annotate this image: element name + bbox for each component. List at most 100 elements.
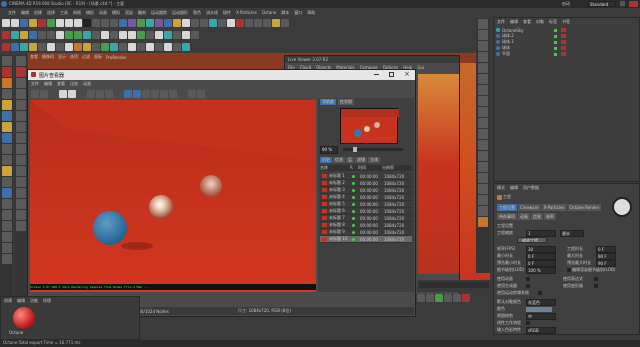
object-tag-icon[interactable] [561, 46, 566, 50]
om-menu-item-2[interactable]: 查看 [523, 19, 531, 25]
preview-max-field[interactable]: 90 F [596, 259, 616, 267]
rbar-13-icon[interactable] [478, 151, 488, 161]
motion-checkbox[interactable] [538, 291, 542, 295]
lod-field[interactable]: 100 % [526, 266, 556, 274]
tool-n-icon[interactable] [15, 199, 26, 209]
coord-icon[interactable] [83, 18, 91, 27]
menu-item-9[interactable]: 渲染 [125, 10, 133, 16]
octane-node-icon[interactable] [11, 42, 19, 51]
object-tag-icon[interactable] [561, 40, 566, 44]
redo-icon[interactable] [11, 18, 19, 27]
floor-icon[interactable] [164, 18, 172, 27]
menu-item-6[interactable]: 捕捉 [86, 10, 94, 16]
octane-ao-icon[interactable] [128, 42, 136, 51]
object-visibility-icon[interactable] [554, 40, 557, 44]
menu-item-8[interactable]: 模拟 [112, 10, 120, 16]
tool-d-icon[interactable] [15, 89, 26, 99]
attr-tab-1[interactable]: Cineware [518, 204, 541, 211]
mat-menu-item-1[interactable]: 编辑 [17, 298, 25, 304]
pv-zoom-slider[interactable] [343, 147, 403, 152]
attr-tab-2[interactable]: X-Particles [541, 204, 567, 211]
polygon-mode-icon[interactable] [1, 122, 12, 132]
mat-menu-item-2[interactable]: 功能 [30, 298, 38, 304]
pv-hist-tab-1[interactable]: 信息 [333, 156, 345, 163]
array-icon[interactable] [146, 18, 154, 27]
object-row[interactable]: 平面 [496, 51, 636, 57]
octane-texture-icon[interactable] [83, 42, 91, 51]
rbar-5-icon[interactable] [478, 63, 488, 73]
viewport-menu-item-5[interactable]: 面板 [94, 54, 102, 60]
anim-checkbox[interactable] [526, 277, 530, 281]
pv-hist-tab-2[interactable]: 层 [346, 156, 354, 163]
octane-ramp-icon[interactable] [110, 42, 118, 51]
tool-e-icon[interactable] [15, 100, 26, 110]
bend-icon[interactable] [155, 18, 163, 27]
material-thumb[interactable] [13, 307, 35, 329]
pv-compare-icon[interactable] [96, 89, 104, 98]
texture-mode-icon[interactable] [1, 78, 12, 88]
pv-hist-tab-3[interactable]: 滤镜 [355, 156, 367, 163]
rbar-9-icon[interactable] [478, 107, 488, 117]
pv-hist-tab-4[interactable]: 立体 [368, 156, 380, 163]
octane-fog-icon[interactable] [38, 42, 46, 51]
menu-item-2[interactable]: 创建 [34, 10, 42, 16]
minimize-button[interactable] [620, 1, 625, 6]
script-icon[interactable] [1, 254, 12, 264]
object-tag-icon[interactable] [561, 52, 566, 56]
octane-mix-icon[interactable] [101, 42, 109, 51]
paint-icon[interactable] [1, 210, 12, 220]
object-visibility-icon[interactable] [554, 52, 557, 56]
history-row[interactable]: 未标题 6 00:00:00 1084x720 [320, 208, 412, 215]
deform-checkbox[interactable] [594, 284, 598, 288]
pv-a-icon[interactable] [169, 89, 177, 98]
rbar-16-icon[interactable] [478, 184, 488, 194]
tool-a-icon[interactable] [15, 56, 26, 66]
menu-item-13[interactable]: 角色 [193, 10, 201, 16]
fps-field[interactable]: 30 [526, 245, 556, 253]
point-mode-icon[interactable] [1, 100, 12, 110]
scale-icon[interactable] [38, 18, 46, 27]
tool-h-icon[interactable] [15, 133, 26, 143]
pv-lut-icon[interactable] [188, 89, 196, 98]
live-viewer-menu-item-7[interactable]: Gui [417, 65, 424, 70]
octane-live-icon[interactable] [200, 18, 208, 27]
tool-l-icon[interactable] [15, 177, 26, 187]
attr-tab-5[interactable]: 动画 [518, 212, 530, 220]
grid-icon[interactable] [1, 221, 12, 231]
pv-swap-icon[interactable] [105, 89, 113, 98]
mat-menu-item-3[interactable]: 纹理 [43, 298, 51, 304]
light-icon[interactable] [182, 18, 190, 27]
pv-zoom-field[interactable]: 90 % [320, 145, 338, 154]
octane-dirt-icon[interactable] [137, 42, 145, 51]
xp-sprite-icon[interactable] [182, 30, 190, 39]
axis-x-icon[interactable] [56, 18, 64, 27]
octane-layer-icon[interactable] [65, 42, 73, 51]
object-visibility-icon[interactable] [554, 28, 557, 32]
rbar-17-icon[interactable] [478, 195, 488, 205]
octane-aov-icon[interactable] [92, 42, 100, 51]
rbar-18-icon[interactable] [478, 206, 488, 216]
om-menu-item-4[interactable]: 标签 [549, 19, 557, 25]
xp-group-icon[interactable] [110, 30, 118, 39]
object-visibility-icon[interactable] [554, 46, 557, 50]
pv-hist-tab-0[interactable]: 历史 [320, 156, 332, 163]
octane-tool-icon[interactable] [218, 18, 226, 27]
xp-physical-icon[interactable] [137, 30, 145, 39]
rbar-6-icon[interactable] [478, 74, 488, 84]
xp-system-icon[interactable] [47, 30, 55, 39]
xp-cache-icon[interactable] [92, 30, 100, 39]
attr-tab-3[interactable]: Octane Render [567, 204, 602, 211]
attr-tab-0[interactable]: 工程设置 [497, 204, 517, 211]
om-menu-item-0[interactable]: 文件 [497, 19, 505, 25]
gen-checkbox[interactable] [526, 284, 530, 288]
octane-sphere-icon[interactable] [11, 30, 19, 39]
octane-triplanar-icon[interactable] [173, 42, 181, 51]
menu-item-19[interactable]: 窗口 [294, 10, 302, 16]
pv-navigator-thumb[interactable] [340, 108, 399, 144]
menu-item-7[interactable]: 动画 [99, 10, 107, 16]
tool-g-icon[interactable] [15, 122, 26, 132]
rbar-12-icon[interactable] [478, 140, 488, 150]
tool-extra-2-icon[interactable] [254, 18, 262, 27]
pv-ab-icon[interactable] [87, 89, 95, 98]
sculpt-icon[interactable] [1, 199, 12, 209]
